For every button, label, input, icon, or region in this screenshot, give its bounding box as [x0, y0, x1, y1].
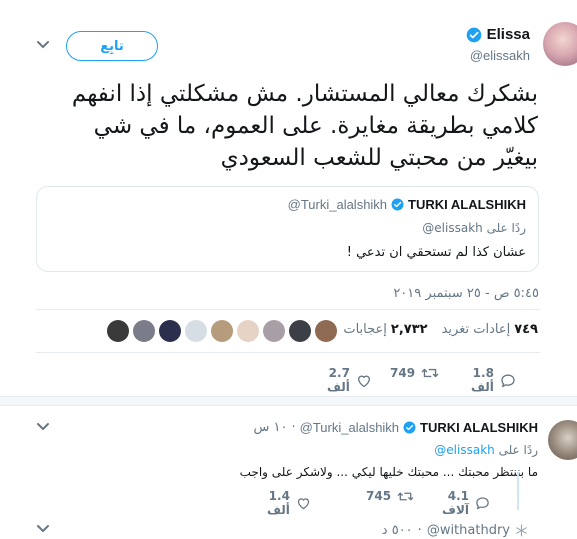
divider	[36, 309, 540, 310]
likes-count: ٢,٧٣٢	[390, 322, 428, 337]
reply-to-handle: @elissakh	[422, 221, 483, 235]
heart-icon	[296, 496, 311, 510]
chevron-down-icon[interactable]	[36, 40, 50, 50]
reply-button[interactable]: 1.8 ألف	[471, 366, 516, 394]
verified-badge-icon	[403, 421, 416, 434]
quoted-tweet-text: عشان كذا لم تستحقي ان تدعي !	[346, 245, 526, 260]
liker-avatar[interactable]	[315, 320, 337, 342]
reply-to-handle[interactable]: @elissakh	[434, 443, 494, 457]
author-avatar[interactable]	[543, 22, 577, 66]
retweets-stat[interactable]: ٧٤٩ إعادات تغريد	[442, 322, 538, 337]
reply-text: ما بننتظر محبتك ... محبتك خليها ليكي ...…	[239, 465, 538, 479]
thread-connector-line	[517, 472, 519, 510]
liker-avatar[interactable]	[159, 320, 181, 342]
author-handle[interactable]: @elissakh	[470, 48, 530, 63]
heart-icon	[356, 373, 372, 388]
conversation-separator	[0, 396, 577, 406]
liker-avatar[interactable]	[133, 320, 155, 342]
snowflake-icon	[515, 524, 528, 537]
like-button[interactable]: 1.4 ألف	[267, 489, 311, 517]
quoted-display-name: TURKI ALALSHIKH	[408, 197, 526, 212]
tweet-timestamp[interactable]: ٥:٤٥ ص - ٢٥ سبتمبر ٢٠١٩	[393, 286, 539, 301]
verified-badge-icon	[391, 198, 404, 211]
retweet-icon	[421, 366, 439, 380]
reply-count: 1.8 ألف	[471, 366, 494, 394]
liker-avatar[interactable]	[263, 320, 285, 342]
dot-separator: ·	[417, 523, 422, 538]
reply-count: 4.1 آلاف	[442, 489, 469, 517]
quoted-handle: @Turki_alalshikh	[287, 197, 388, 212]
retweets-count: ٧٤٩	[514, 322, 538, 337]
likes-stat[interactable]: ٢,٧٣٢ إعجابات	[343, 322, 427, 337]
reply-icon	[500, 373, 516, 388]
next-tweet-header: @withathdry · ٥٠٠ د	[382, 523, 528, 538]
retweet-button[interactable]: 745	[366, 489, 414, 503]
chevron-down-icon[interactable]	[36, 422, 50, 432]
reply-header: TURKI ALALSHIKH @Turki_alalshikh · ١٠ س	[254, 420, 539, 435]
retweet-button[interactable]: 749	[390, 366, 439, 380]
like-count: 1.4 ألف	[267, 489, 290, 517]
likers-avatar-strip	[107, 320, 337, 342]
like-count: 2.7 ألف	[327, 366, 350, 394]
chevron-down-icon[interactable]	[36, 524, 50, 534]
reply-handle[interactable]: @Turki_alalshikh	[300, 420, 399, 435]
reply-context: ردًا على @elissakh	[434, 443, 538, 457]
next-tweet-handle[interactable]: @withathdry	[427, 523, 510, 538]
quoted-author-row: TURKI ALALSHIKH @Turki_alalshikh	[288, 197, 526, 212]
reply-time[interactable]: ١٠ س	[254, 420, 288, 435]
liker-avatar[interactable]	[107, 320, 129, 342]
quoted-tweet-card[interactable]: TURKI ALALSHIKH @Turki_alalshikh ردًا عل…	[36, 186, 539, 272]
reply-button[interactable]: 4.1 آلاف	[442, 489, 490, 517]
dot-separator: ·	[291, 420, 296, 435]
retweet-count: 749	[390, 366, 416, 380]
retweet-count: 745	[366, 489, 392, 503]
liker-avatar[interactable]	[185, 320, 207, 342]
like-button[interactable]: 2.7 ألف	[327, 366, 372, 394]
liker-avatar[interactable]	[289, 320, 311, 342]
author-name-row[interactable]: Elissa	[466, 26, 530, 43]
author-display-name[interactable]: Elissa	[487, 26, 530, 43]
reply-prefix: ردًا على	[498, 443, 538, 457]
verified-badge-icon	[466, 27, 482, 43]
likes-label: إعجابات	[343, 322, 387, 337]
quoted-reply-context: ردًا على @elissakh	[422, 221, 526, 235]
liker-avatar[interactable]	[237, 320, 259, 342]
tweet-stats: ٧٤٩ إعادات تغريد ٢,٧٣٢ إعجابات	[343, 322, 538, 337]
liker-avatar[interactable]	[211, 320, 233, 342]
divider	[36, 352, 540, 353]
reply-prefix: ردًا على	[486, 221, 526, 235]
retweet-icon	[397, 490, 414, 503]
tweet-text: بشكرك معالي المستشار. مش مشكلتي إذا انفه…	[71, 81, 538, 171]
retweets-label: إعادات تغريد	[441, 322, 511, 337]
follow-button[interactable]: تابِع	[66, 31, 158, 61]
reply-author-avatar[interactable]	[548, 420, 577, 460]
reply-display-name[interactable]: TURKI ALALSHIKH	[420, 420, 538, 435]
next-tweet-time[interactable]: ٥٠٠ د	[382, 523, 413, 538]
reply-icon	[475, 496, 490, 510]
